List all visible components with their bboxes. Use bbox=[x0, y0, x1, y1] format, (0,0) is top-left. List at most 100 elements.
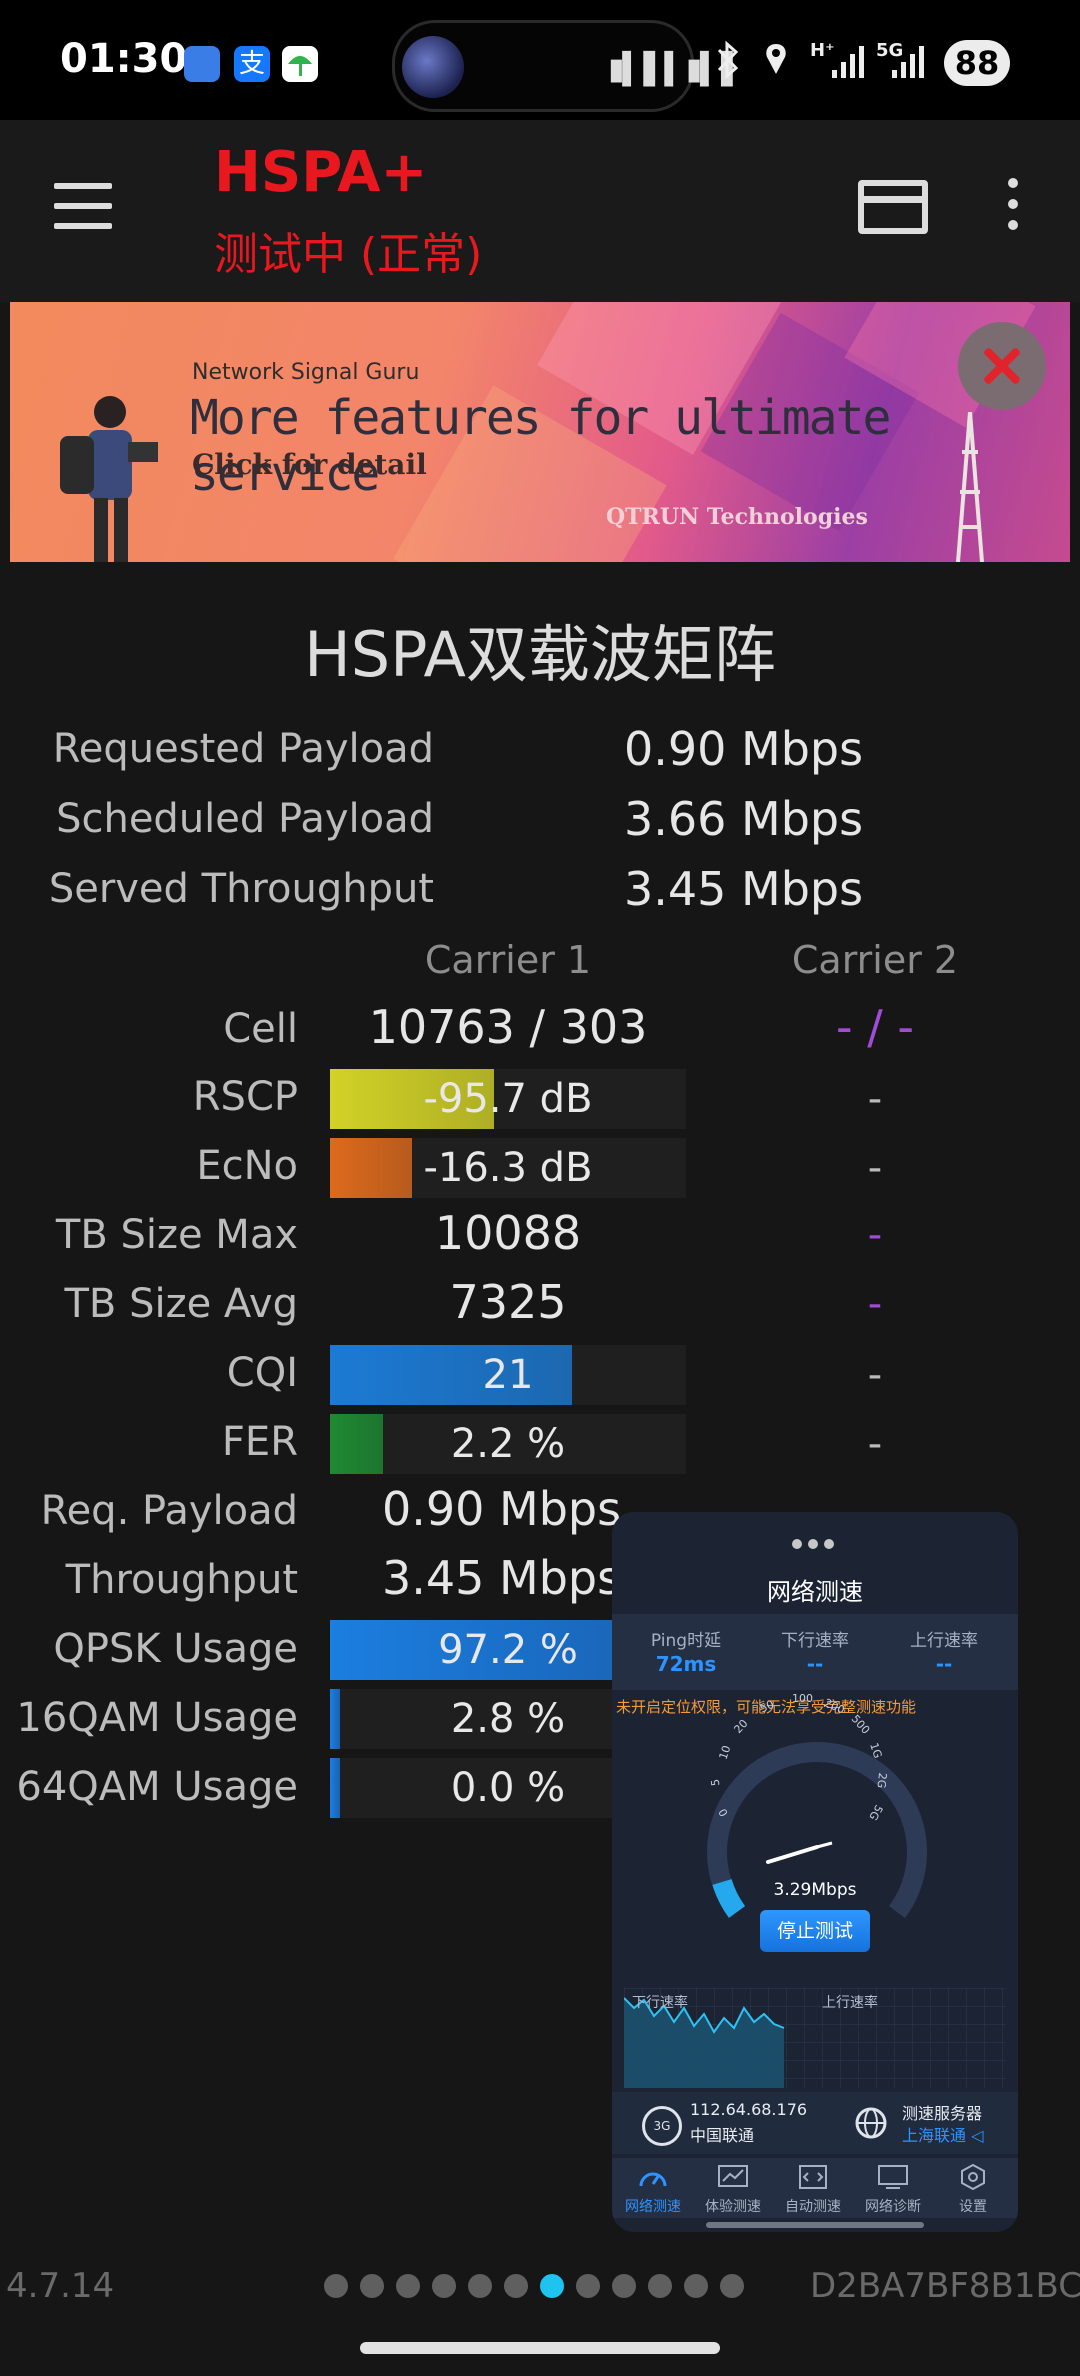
isp-name: 中国联通 bbox=[690, 2126, 755, 2145]
cell-c1: 10763 / 303 bbox=[368, 1000, 648, 1054]
section-title: HSPA双载波矩阵 bbox=[304, 618, 776, 691]
nav-auto-test[interactable]: 自动测速 bbox=[773, 2196, 853, 2216]
home-indicator[interactable] bbox=[360, 2342, 720, 2354]
page-dot[interactable] bbox=[432, 2274, 456, 2298]
graph-upload-label: 上行速率 bbox=[822, 1995, 878, 2011]
device-id: D2BA7BF8B1BC bbox=[810, 2266, 1080, 2306]
carrier-2-header: Carrier 2 bbox=[791, 938, 959, 982]
upload-value: -- bbox=[935, 1652, 953, 1676]
fer-label: FER bbox=[221, 1419, 298, 1465]
settings-icon[interactable] bbox=[956, 2164, 990, 2190]
ip-address: 112.64.68.176 bbox=[690, 2100, 808, 2119]
server-label: 测速服务器 bbox=[902, 2104, 983, 2123]
drag-handle-icon[interactable] bbox=[792, 1534, 840, 1553]
ecno-c1: -16.3 dB bbox=[423, 1145, 593, 1191]
page-dot[interactable] bbox=[504, 2274, 528, 2298]
fer-bar: 2.2 % bbox=[330, 1414, 686, 1474]
nav-experience-test[interactable]: 体验测速 bbox=[693, 2196, 773, 2216]
avatar bbox=[402, 36, 464, 98]
diagnosis-icon[interactable] bbox=[876, 2164, 910, 2190]
stop-test-button[interactable]: 停止测试 bbox=[760, 1910, 870, 1952]
page-dot[interactable] bbox=[648, 2274, 672, 2298]
cqi-label: CQI bbox=[226, 1350, 298, 1396]
page-dot[interactable] bbox=[720, 2274, 744, 2298]
page-dot-active[interactable] bbox=[540, 2274, 564, 2298]
download-label: 下行速率 bbox=[781, 1631, 849, 1651]
tower-illustration bbox=[956, 412, 984, 562]
ecno-bar: -16.3 dB bbox=[330, 1138, 686, 1198]
page-dot[interactable] bbox=[360, 2274, 384, 2298]
carrier-1-header: Carrier 1 bbox=[424, 938, 592, 982]
auto-test-icon[interactable] bbox=[796, 2164, 830, 2190]
menu-icon[interactable] bbox=[54, 183, 112, 243]
experience-test-icon[interactable] bbox=[716, 2164, 750, 2190]
location-icon bbox=[762, 40, 790, 88]
tbavg-c2: - bbox=[867, 1281, 883, 1327]
rscp-c2: - bbox=[867, 1076, 883, 1122]
app-version: 4.7.14 bbox=[6, 2266, 115, 2306]
close-banner-button[interactable] bbox=[958, 322, 1046, 410]
gauge-tick: 2G bbox=[874, 1772, 890, 1789]
graph-download-label: 下行速率 bbox=[632, 1995, 688, 2011]
umbrella-icon bbox=[282, 46, 318, 82]
cqi-c1: 21 bbox=[482, 1352, 534, 1398]
cqi-c2: - bbox=[867, 1352, 883, 1398]
page-dot[interactable] bbox=[612, 2274, 636, 2298]
16qam-label: 16QAM Usage bbox=[16, 1695, 298, 1741]
signal-icon bbox=[830, 42, 870, 86]
speed-test-icon[interactable] bbox=[636, 2164, 670, 2190]
card-icon[interactable] bbox=[858, 180, 928, 234]
cqi-bar: 21 bbox=[330, 1345, 686, 1405]
fer-c2: - bbox=[867, 1421, 883, 1467]
tbavg-label: TB Size Avg bbox=[64, 1281, 299, 1327]
page-dot[interactable] bbox=[468, 2274, 492, 2298]
ping-value: 72ms bbox=[655, 1652, 717, 1676]
throughput-value: 3.45 Mbps bbox=[382, 1551, 622, 1605]
signal-icon-5g bbox=[890, 42, 930, 86]
ecno-label: EcNo bbox=[196, 1143, 298, 1189]
page-dot[interactable] bbox=[576, 2274, 600, 2298]
banner-brand: Network Signal Guru bbox=[192, 360, 420, 385]
speedtest-floating-window[interactable]: 网络测速 Ping时延 72ms 下行速率 -- 上行速率 -- 未开启定位权限… bbox=[612, 1512, 1018, 2232]
nav-diagnosis[interactable]: 网络诊断 bbox=[853, 2196, 933, 2216]
summary-label: Served Throughput bbox=[48, 866, 434, 912]
summary-label: Requested Payload bbox=[52, 726, 434, 772]
throughput-label: Throughput bbox=[65, 1557, 298, 1603]
network-3g-badge: 3G bbox=[642, 2106, 682, 2146]
network-type: HSPA+ bbox=[214, 140, 428, 205]
fer-c1: 2.2 % bbox=[450, 1421, 566, 1467]
banner-company: QTRUN Technologies bbox=[606, 504, 868, 530]
person-illustration bbox=[60, 396, 158, 562]
current-speed: 3.29Mbps bbox=[773, 1880, 857, 1900]
tbmax-c2: - bbox=[867, 1212, 883, 1258]
window-resize-handle[interactable] bbox=[706, 2222, 924, 2228]
bluetooth-icon bbox=[714, 40, 742, 88]
page-dot[interactable] bbox=[684, 2274, 708, 2298]
nav-settings[interactable]: 设置 bbox=[933, 2196, 1013, 2216]
clock: 01:30 bbox=[60, 36, 188, 82]
server-name[interactable]: 上海联通 ◁ bbox=[902, 2122, 983, 2146]
gauge-tick: 100 bbox=[792, 1692, 813, 1705]
nav-speed-test[interactable]: 网络测速 bbox=[613, 2196, 693, 2216]
alipay-icon: 支 bbox=[234, 46, 270, 82]
summary-label: Scheduled Payload bbox=[56, 796, 434, 842]
tbmax-c1: 10088 bbox=[434, 1206, 582, 1260]
app-icon-1 bbox=[184, 46, 220, 82]
ad-banner[interactable]: Network Signal Guru More features for ul… bbox=[10, 302, 1070, 562]
banner-cta: Click for detail bbox=[192, 448, 427, 481]
tbavg-c1: 7325 bbox=[449, 1275, 567, 1329]
page-dot[interactable] bbox=[324, 2274, 348, 2298]
cell-c2: - / - bbox=[836, 1000, 914, 1054]
more-options-icon[interactable] bbox=[1008, 178, 1018, 241]
qpsk-label: QPSK Usage bbox=[53, 1626, 298, 1672]
test-status: 测试中 (正常) bbox=[214, 229, 483, 280]
page-dot[interactable] bbox=[396, 2274, 420, 2298]
64qam-label: 64QAM Usage bbox=[16, 1764, 298, 1810]
summary-value: 0.90 Mbps bbox=[624, 722, 864, 776]
summary-value: 3.66 Mbps bbox=[624, 792, 864, 846]
rscp-c1: -95.7 dB bbox=[423, 1076, 593, 1122]
battery-icon: 88 bbox=[944, 40, 1010, 86]
upload-label: 上行速率 bbox=[910, 1631, 978, 1651]
download-value: -- bbox=[806, 1652, 824, 1676]
ecno-c2: - bbox=[867, 1145, 883, 1191]
